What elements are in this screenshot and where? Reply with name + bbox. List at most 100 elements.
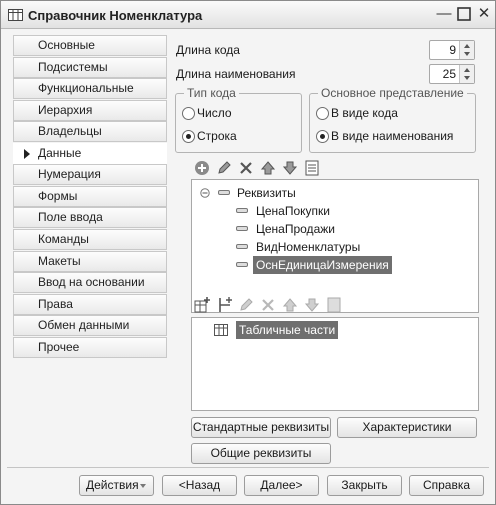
nav-item-input-field[interactable]: Поле ввода [13,207,167,228]
nav-item-rights[interactable]: Права [13,294,167,315]
move-down-icon[interactable] [303,296,321,314]
collapse-icon[interactable] [200,188,210,198]
radio-circle [316,107,329,120]
attributes-toolbar [193,159,333,179]
code-type-string-radio[interactable]: Строка [182,129,282,145]
title-bar: Справочник Номенклатура — ✕ [1,1,495,29]
name-length-label: Длина наименования [176,67,296,81]
nav-item-label: Поле ввода [38,210,103,224]
nav-item-data[interactable]: Данные [13,143,167,164]
tree-item-selected[interactable]: ОснЕдиницаИзмерения [236,256,456,274]
close-icon[interactable]: ✕ [475,5,493,23]
spin-buttons[interactable] [459,65,474,83]
tree-root-label: Реквизиты [237,186,296,200]
tree-item[interactable]: ВидНоменклатуры [236,238,456,256]
nav-item-label: Команды [38,232,89,246]
table-icon [214,324,228,336]
code-type-group: Тип кода Число Строка [175,86,302,153]
tree-item-label: ОснЕдиницаИзмерения [253,256,392,274]
code-type-number-radio[interactable]: Число [182,106,282,122]
spin-down-icon[interactable] [464,52,470,56]
spin-up-icon[interactable] [464,44,470,48]
radio-circle [182,130,195,143]
nav-item-label: Макеты [38,254,81,268]
code-length-stepper[interactable]: 9 [429,40,475,60]
attributes-tree: Реквизиты ЦенаПокупки ЦенаПродажи ВидНом… [191,179,479,313]
common-attributes-button[interactable]: Общие реквизиты [191,443,331,464]
help-button[interactable]: Справка [409,475,484,496]
radio-label: Число [197,106,232,120]
nav-item-osnovnye[interactable]: Основные [13,35,167,56]
nav-item-label: Обмен данными [38,318,130,332]
move-down-icon[interactable] [281,159,299,177]
nav-item-other[interactable]: Прочее [13,337,167,358]
move-up-icon[interactable] [281,296,299,314]
properties-icon[interactable] [303,159,321,177]
main-representation-title: Основное представление [318,86,467,100]
window: Справочник Номенклатура — ✕ Основные Под… [0,0,496,505]
nav-item-label: Данные [38,146,82,160]
next-button[interactable]: Далее> [244,475,319,496]
nav-item-subsystems[interactable]: Подсистемы [13,57,167,78]
spin-buttons[interactable] [459,41,474,59]
nav-item-commands[interactable]: Команды [13,229,167,250]
characteristics-button[interactable]: Характеристики [337,417,477,438]
tree-item-label: ЦенаПокупки [256,204,330,218]
nav-item-label: Владельцы [38,124,102,138]
attribute-group-icon [218,190,230,195]
tree-item[interactable]: ЦенаПокупки [236,202,456,220]
tree-item-label: ЦенаПродажи [256,222,335,236]
spin-down-icon[interactable] [464,76,470,80]
nav-item-label: Права [38,297,73,311]
nav-item-based-input[interactable]: Ввод на основании [13,272,167,293]
nav-item-hierarchy[interactable]: Иерархия [13,100,167,121]
nav-item-label: Прочее [38,340,80,354]
radio-circle [182,107,195,120]
radio-circle [316,130,329,143]
repr-name-radio[interactable]: В виде наименования [316,129,471,145]
move-up-icon[interactable] [259,159,277,177]
main-representation-group: Основное представление В виде кода В вид… [309,86,476,153]
nav-item-numbering[interactable]: Нумерация [13,164,167,185]
edit-pencil-icon[interactable] [215,159,233,177]
repr-code-radio[interactable]: В виде кода [316,106,466,122]
nav-item-data-exchange[interactable]: Обмен данными [13,315,167,336]
name-length-value: 25 [442,67,456,81]
radio-label: Строка [197,129,237,143]
nav-item-functional-options[interactable]: Функциональные опции [13,78,167,114]
add-icon[interactable] [193,159,211,177]
close-button[interactable]: Закрыть [327,475,402,496]
actions-button[interactable]: Действия [79,475,154,496]
sidebar: Основные Подсистемы Функциональные опции… [7,33,167,463]
radio-label: В виде наименования [331,129,454,143]
actions-label: Действия [86,478,139,492]
nav-item-label: Ввод на основании [38,275,145,289]
add-column-icon[interactable] [215,296,233,314]
attribute-icon [236,244,248,249]
delete-icon[interactable] [237,159,255,177]
nav-item-owners[interactable]: Владельцы [13,121,167,142]
attribute-icon [236,208,248,213]
tree-item-label: ВидНоменклатуры [256,240,361,254]
back-button[interactable]: <Назад [162,475,237,496]
add-table-icon[interactable] [193,296,211,314]
nav-item-templates[interactable]: Макеты [13,251,167,272]
maximize-icon[interactable] [455,5,473,23]
tabular-toolbar [193,296,353,316]
radio-dot [186,134,191,139]
nav-item-label: Формы [38,189,78,203]
nav-item-forms[interactable]: Формы [13,186,167,207]
edit-pencil-icon[interactable] [237,296,255,314]
attribute-icon [236,226,248,231]
spin-up-icon[interactable] [464,68,470,72]
delete-icon[interactable] [259,296,277,314]
name-length-stepper[interactable]: 25 [429,64,475,84]
standard-attributes-button[interactable]: Стандартные реквизиты [191,417,331,438]
properties-icon[interactable] [325,296,343,314]
data-page: Длина кода 9 Длина наименования 25 Тип к… [167,33,491,464]
tree-item[interactable]: ЦенаПродажи [236,220,456,238]
tabular-parts-tree: Табличные части [191,317,479,411]
window-title: Справочник Номенклатура [28,8,203,23]
minimize-icon[interactable]: — [435,5,453,23]
chevron-down-icon [140,484,146,488]
